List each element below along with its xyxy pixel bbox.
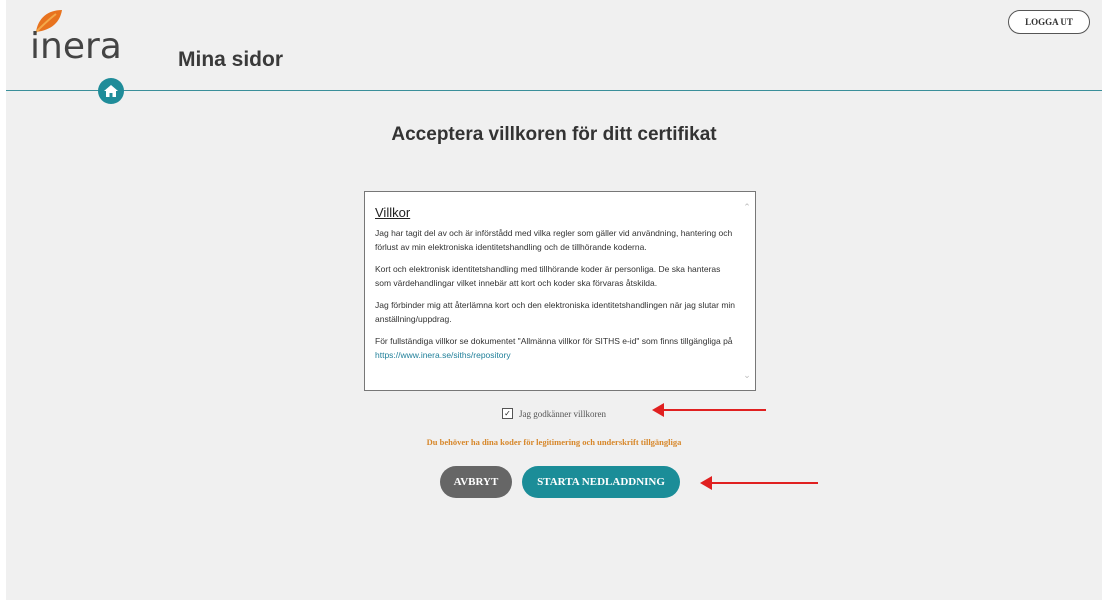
house-icon [104, 85, 118, 97]
terms-heading: Villkor [375, 205, 411, 220]
terms-scroll-box[interactable]: Villkor Jag har tagit del av och är infö… [364, 191, 756, 391]
accept-terms-row[interactable]: ✓ Jag godkänner villkoren [6, 408, 1102, 419]
codes-notice: Du behöver ha dina koder för legitimerin… [426, 437, 682, 447]
start-download-button[interactable]: STARTA NEDLADDNING [522, 466, 680, 498]
scroll-down-icon[interactable]: ⌄ [742, 370, 752, 380]
arrow-to-start-button-icon [700, 476, 818, 490]
logo-text: inera [30, 26, 122, 67]
arrow-to-checkbox-icon [652, 403, 766, 417]
home-icon[interactable] [98, 78, 124, 104]
accept-terms-checkbox[interactable]: ✓ [502, 408, 513, 419]
terms-paragraph-2: Kort och elektronisk identitetshandling … [375, 264, 721, 288]
terms-content: Villkor Jag har tagit del av och är infö… [375, 206, 737, 370]
logout-button[interactable]: LOGGA UT [1008, 10, 1090, 34]
scroll-up-icon[interactable]: ⌃ [742, 202, 752, 212]
repository-link[interactable]: https://www.inera.se/siths/repository [375, 350, 511, 360]
site-title: Mina sidor [178, 48, 284, 71]
accept-terms-label: Jag godkänner villkoren [519, 408, 606, 419]
page-title: Acceptera villkoren för ditt certifikat [391, 124, 717, 145]
page: inera Mina sidor LOGGA UT Acceptera vill… [6, 0, 1102, 600]
terms-paragraph-4-text: För fullständiga villkor se dokumentet "… [375, 336, 733, 346]
terms-paragraph-4: För fullständiga villkor se dokumentet "… [375, 334, 737, 362]
header: inera Mina sidor LOGGA UT [6, 0, 1102, 104]
terms-paragraph-3: Jag förbinder mig att återlämna kort och… [375, 300, 736, 324]
terms-paragraph-1: Jag har tagit del av och är införstådd m… [375, 228, 733, 252]
cancel-button[interactable]: AVBRYT [440, 466, 512, 498]
